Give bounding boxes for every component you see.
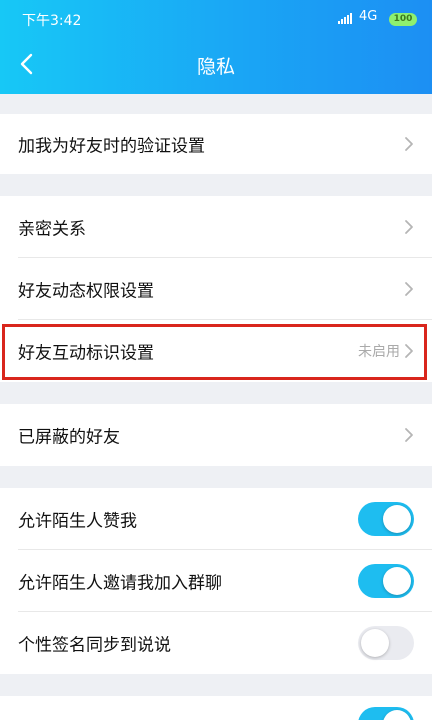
- status-bar: 下午3:42 4G 100: [0, 0, 432, 36]
- chevron-right-icon: [404, 136, 414, 152]
- row-intimate-relationship[interactable]: 亲密关系: [0, 196, 432, 258]
- row-verify-settings[interactable]: 加我为好友时的验证设置: [0, 114, 432, 174]
- row-label: 允许陌生人赞我: [18, 511, 137, 532]
- row-label: 个性签名同步到说说: [18, 635, 171, 656]
- toggle-signature-sync[interactable]: [358, 626, 414, 660]
- row-stranger-like: 允许陌生人赞我: [0, 488, 432, 550]
- row-label: 亲密关系: [18, 219, 86, 240]
- status-value: 未启用: [358, 344, 400, 360]
- toggle-knob: [383, 567, 411, 595]
- row-signature-sync: 个性签名同步到说说: [0, 612, 432, 674]
- chevron-right-icon: [404, 281, 414, 297]
- network-type: 4G: [359, 9, 378, 24]
- row-label: 允许陌生人邀请我加入群聊: [18, 573, 222, 594]
- row-stranger-invite: 允许陌生人邀请我加入群聊: [0, 550, 432, 612]
- status-time: 下午3:42: [22, 13, 82, 29]
- toggle-stranger-invite[interactable]: [358, 564, 414, 598]
- row-label: 加我为好友时的验证设置: [18, 136, 205, 157]
- row-interaction-badge[interactable]: 好友互动标识设置 未启用: [0, 320, 432, 382]
- battery-icon: 100: [389, 13, 417, 26]
- toggle-partial[interactable]: [358, 707, 414, 720]
- app-header: 下午3:42 4G 100 隐私: [0, 0, 432, 94]
- toggle-knob: [383, 710, 411, 720]
- toggle-knob: [383, 505, 411, 533]
- toggle-knob: [361, 629, 389, 657]
- row-label: 好友互动标识设置: [18, 343, 154, 364]
- signal-icon: [338, 13, 354, 24]
- nav-bar: 隐私: [0, 36, 432, 94]
- toggle-stranger-like[interactable]: [358, 502, 414, 536]
- row-moments-permission[interactable]: 好友动态权限设置: [0, 258, 432, 320]
- chevron-right-icon: [404, 427, 414, 443]
- row-partial: [0, 696, 432, 720]
- row-label: 已屏蔽的好友: [18, 427, 120, 448]
- row-blocked-friends[interactable]: 已屏蔽的好友: [0, 404, 432, 466]
- page-title: 隐私: [196, 56, 235, 78]
- chevron-right-icon: [404, 219, 414, 235]
- row-label: 好友动态权限设置: [18, 281, 154, 302]
- chevron-right-icon: [404, 343, 414, 359]
